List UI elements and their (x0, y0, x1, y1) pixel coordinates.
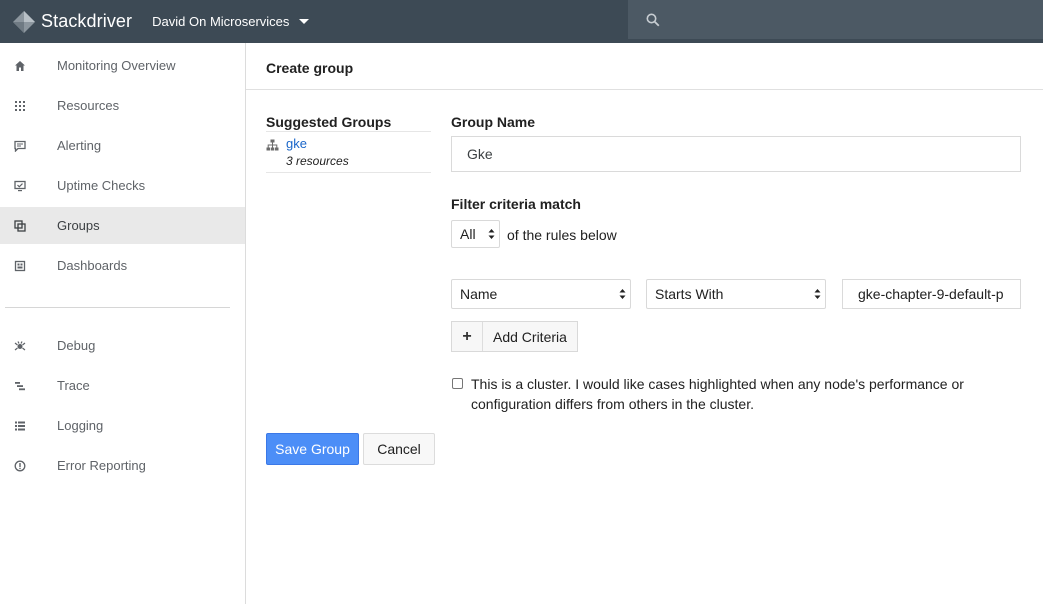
app-logo[interactable]: Stackdriver (12, 0, 132, 43)
app-name: Stackdriver (41, 11, 133, 31)
project-selector[interactable]: David On Microservices (152, 14, 310, 29)
sidebar-item-label: Monitoring Overview (57, 58, 176, 73)
sidebar-divider (5, 307, 230, 308)
sidebar-item-debug[interactable]: Debug (0, 327, 245, 364)
sidebar-item-groups[interactable]: Groups (0, 207, 245, 244)
top-bar: Stackdriver David On Microservices (0, 0, 1043, 43)
plus-icon: + (452, 322, 483, 351)
home-icon (14, 60, 26, 72)
match-select-value: All (460, 226, 476, 242)
criteria-operator-select[interactable]: Starts With (646, 279, 826, 309)
criteria-value-field[interactable]: gke-chapter-9-default-p (842, 279, 1021, 309)
chevron-down-icon (299, 19, 310, 24)
suggested-divider-bottom (266, 172, 431, 173)
search-icon (646, 13, 660, 26)
main-content: Create group Suggested Groups gke 3 reso… (246, 43, 1043, 604)
group-name-label: Group Name (451, 114, 536, 130)
cancel-button[interactable]: Cancel (363, 433, 435, 465)
suggested-group-link[interactable]: gke (286, 136, 307, 151)
sidebar-item-trace[interactable]: Trace (0, 367, 245, 404)
stackdriver-logo-icon (13, 10, 35, 33)
sidebar-item-monitoring-overview[interactable]: Monitoring Overview (0, 47, 245, 84)
sidebar-item-error-reporting[interactable]: Error Reporting (0, 447, 245, 484)
sidebar-item-uptime-checks[interactable]: Uptime Checks (0, 167, 245, 204)
sidebar-item-label: Dashboards (57, 258, 128, 273)
alert-icon (14, 140, 26, 152)
grid-icon (14, 100, 26, 112)
logging-icon (14, 420, 26, 432)
criteria-field-select[interactable]: Name (451, 279, 631, 309)
sidebar-item-label: Groups (57, 218, 100, 233)
hierarchy-icon (266, 139, 279, 151)
select-arrows-icon (619, 289, 626, 299)
sidebar-item-label: Resources (57, 98, 120, 113)
suggested-groups-title: Suggested Groups (266, 114, 392, 130)
group-name-field[interactable]: Gke (451, 136, 1021, 172)
cluster-checkbox-label: This is a cluster. I would like cases hi… (471, 376, 964, 412)
sidebar: Monitoring Overview Resources Alerting U… (0, 43, 246, 604)
sidebar-item-label: Uptime Checks (57, 178, 146, 193)
select-arrows-icon (814, 289, 821, 299)
sidebar-item-label: Error Reporting (57, 458, 146, 473)
trace-icon (14, 380, 26, 392)
save-group-button[interactable]: Save Group (266, 433, 359, 465)
add-criteria-button[interactable]: + Add Criteria (451, 321, 578, 352)
sidebar-item-logging[interactable]: Logging (0, 407, 245, 444)
dashboard-icon (14, 260, 26, 272)
sidebar-item-label: Logging (57, 418, 104, 433)
groups-icon (14, 219, 26, 232)
select-arrows-icon (488, 229, 495, 239)
match-select[interactable]: All (451, 220, 500, 248)
add-criteria-label: Add Criteria (493, 328, 567, 345)
suggested-group-item: gke 3 resources (266, 135, 431, 171)
cluster-checkbox[interactable] (452, 378, 463, 389)
search-input[interactable] (628, 0, 1043, 39)
sidebar-item-label: Alerting (57, 138, 102, 153)
error-reporting-icon (14, 460, 26, 472)
criteria-field-value: Name (460, 286, 498, 302)
debug-icon (14, 340, 26, 352)
filter-criteria-label: Filter criteria match (451, 196, 581, 212)
criteria-operator-value: Starts With (655, 286, 724, 302)
monitor-icon (14, 180, 26, 192)
project-name: David On Microservices (152, 14, 290, 29)
page-header: Create group (246, 43, 1043, 90)
suggested-divider-top (266, 131, 431, 132)
sidebar-item-label: Debug (57, 338, 96, 353)
sidebar-item-resources[interactable]: Resources (0, 87, 245, 124)
match-suffix-text: of the rules below (507, 227, 617, 243)
sidebar-item-dashboards[interactable]: Dashboards (0, 247, 245, 284)
sidebar-item-label: Trace (57, 378, 90, 393)
page-title: Create group (266, 60, 354, 76)
suggested-group-count: 3 resources (286, 154, 349, 168)
sidebar-item-alerting[interactable]: Alerting (0, 127, 245, 164)
